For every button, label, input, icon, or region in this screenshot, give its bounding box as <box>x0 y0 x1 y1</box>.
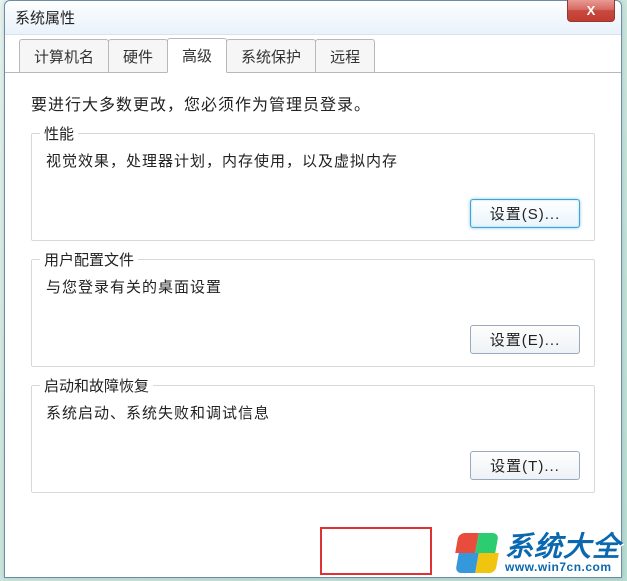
close-button[interactable]: X <box>567 0 615 22</box>
performance-settings-button[interactable]: 设置(S)... <box>470 199 580 228</box>
tab-label: 硬件 <box>123 49 153 66</box>
groupbox-title: 启动和故障恢复 <box>40 375 153 396</box>
button-row: 设置(T)... <box>46 451 580 480</box>
tab-computer-name[interactable]: 计算机名 <box>19 39 109 72</box>
admin-note: 要进行大多数更改，您必须作为管理员登录。 <box>31 91 595 115</box>
groupbox-startup-recovery: 启动和故障恢复 系统启动、系统失败和调试信息 设置(T)... <box>31 385 595 493</box>
startup-recovery-settings-button[interactable]: 设置(T)... <box>470 451 580 480</box>
tab-content-advanced: 要进行大多数更改，您必须作为管理员登录。 性能 视觉效果，处理器计划，内存使用，… <box>5 73 621 577</box>
tab-label: 计算机名 <box>34 49 94 66</box>
tab-system-protection[interactable]: 系统保护 <box>226 39 316 72</box>
window-title: 系统属性 <box>15 7 75 28</box>
tab-label: 远程 <box>330 49 360 66</box>
titlebar[interactable]: 系统属性 X <box>5 1 621 35</box>
tab-label: 高级 <box>182 48 212 65</box>
tab-advanced[interactable]: 高级 <box>167 38 227 73</box>
tab-remote[interactable]: 远程 <box>315 39 375 72</box>
system-properties-window: 系统属性 X 计算机名 硬件 高级 系统保护 远程 要进行大多数更改，您必须作为… <box>4 0 622 578</box>
groupbox-title: 性能 <box>40 123 78 144</box>
groupbox-user-profiles: 用户配置文件 与您登录有关的桌面设置 设置(E)... <box>31 259 595 367</box>
groupbox-desc: 视觉效果，处理器计划，内存使用，以及虚拟内存 <box>46 150 580 171</box>
button-row: 设置(E)... <box>46 325 580 354</box>
tabstrip: 计算机名 硬件 高级 系统保护 远程 <box>5 35 621 73</box>
tab-label: 系统保护 <box>241 49 301 66</box>
close-icon: X <box>587 3 596 18</box>
groupbox-desc: 与您登录有关的桌面设置 <box>46 276 580 297</box>
groupbox-performance: 性能 视觉效果，处理器计划，内存使用，以及虚拟内存 设置(S)... <box>31 133 595 241</box>
groupbox-desc: 系统启动、系统失败和调试信息 <box>46 402 580 423</box>
tab-hardware[interactable]: 硬件 <box>108 39 168 72</box>
groupbox-title: 用户配置文件 <box>40 249 138 270</box>
user-profiles-settings-button[interactable]: 设置(E)... <box>470 325 580 354</box>
button-row: 设置(S)... <box>46 199 580 228</box>
